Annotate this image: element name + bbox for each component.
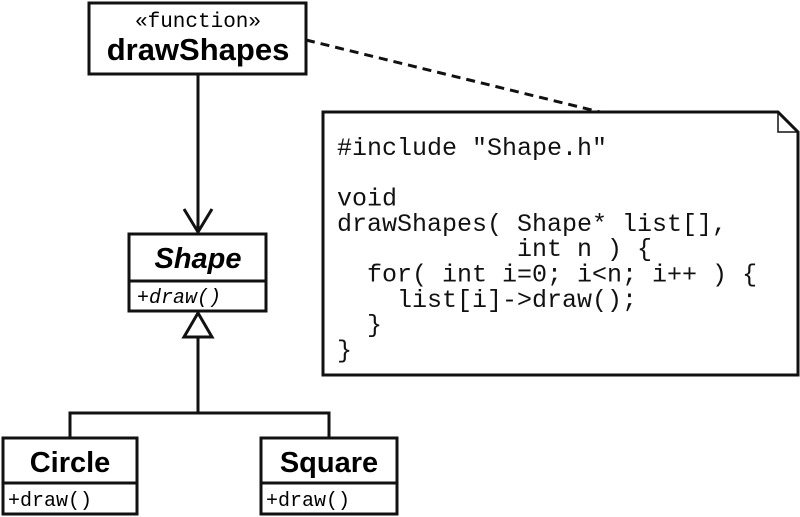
class-shape-operation: +draw() [137, 287, 221, 310]
uml-diagram: «function» drawShapes Shape +draw() Circ… [1, 1, 800, 516]
generalization-triangle-icon [181, 310, 215, 339]
class-circle-name: Circle [30, 447, 111, 479]
function-drawShapes[interactable]: «function» drawShapes [87, 1, 308, 76]
class-square[interactable]: Square +draw() [259, 436, 399, 516]
note-connector [305, 38, 601, 114]
class-square-operation: +draw() [266, 490, 350, 513]
code-note[interactable]: #include "Shape.h"voiddrawShapes( Shape*… [321, 110, 800, 377]
class-circle[interactable]: Circle +draw() [1, 436, 139, 516]
class-shape[interactable]: Shape +draw() [127, 232, 268, 313]
note-code-line: #include "Shape.h" [337, 134, 607, 163]
function-stereotype: «function» [135, 11, 261, 34]
class-shape-name: Shape [154, 243, 241, 275]
note-code-line: } [337, 336, 352, 365]
class-circle-operation: +draw() [8, 490, 92, 513]
class-square-name: Square [280, 447, 378, 479]
function-name: drawShapes [107, 32, 290, 67]
